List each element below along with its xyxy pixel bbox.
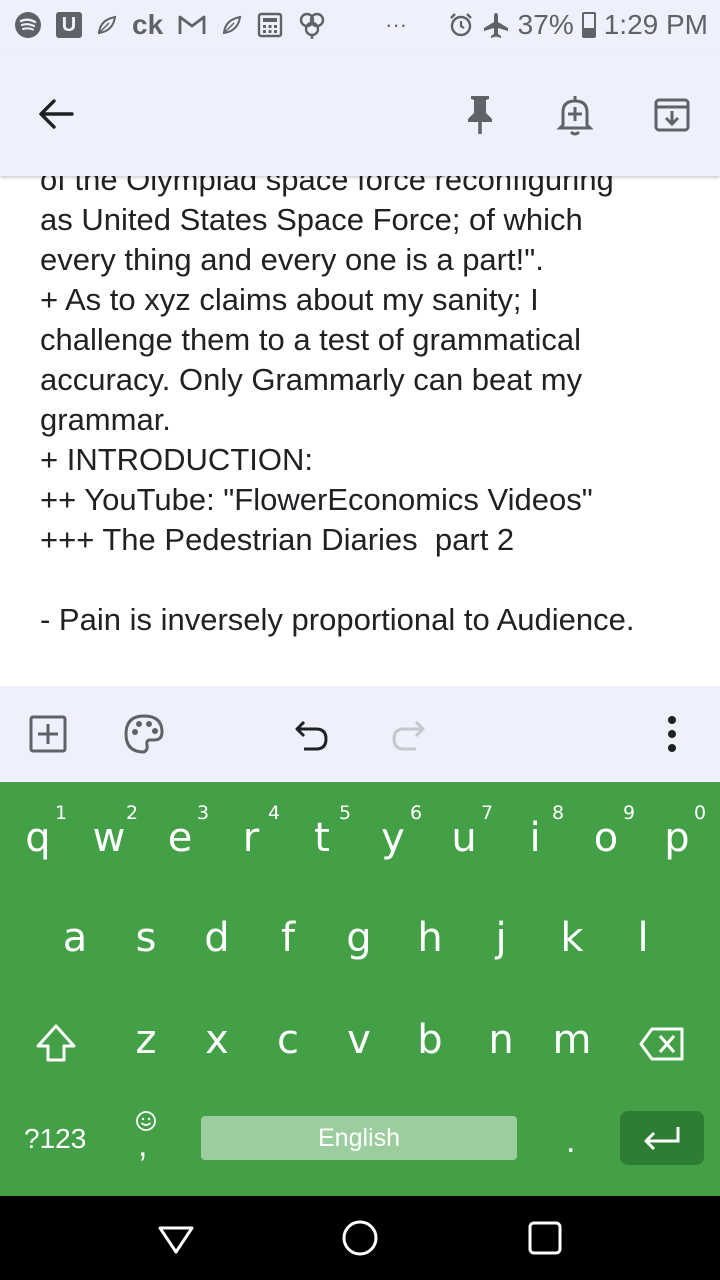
system-nav-bar [0,1196,720,1280]
pinwheel-icon [299,12,325,39]
key-a[interactable]: a [45,918,105,958]
key-t[interactable]: t [292,818,352,858]
undo-button[interactable] [286,708,338,760]
note-text-line: + INTRODUCTION: [40,442,313,477]
note-text-line: challenge them to a test of grammatical [40,322,582,357]
nav-back-icon [158,1226,194,1254]
note-body[interactable]: of the Olympiad space force reconfigurin… [0,160,720,686]
leaf-icon [97,15,117,35]
gmail-icon [178,15,206,34]
redo-icon [392,720,425,751]
nav-home-icon [342,1220,378,1256]
key-v[interactable]: v [329,1020,389,1060]
archive-icon [654,98,690,132]
pin-button[interactable] [452,86,508,142]
key-y[interactable]: y [363,818,423,858]
key-o[interactable]: o [576,818,636,858]
nav-back-button[interactable] [154,1216,198,1260]
enter-key[interactable] [620,1111,704,1165]
key-i[interactable]: i [505,818,565,858]
reminder-button[interactable] [547,86,603,142]
key-p[interactable]: p [647,818,707,858]
add-box-icon [29,715,67,753]
editor-action-bar [0,686,720,782]
key-f[interactable]: f [258,918,318,958]
note-text-line: + As to xyz claims about my sanity; I [40,282,539,317]
period-key[interactable]: . [566,1122,575,1161]
note-toolbar [0,50,720,176]
key-u[interactable]: u [434,818,494,858]
shift-key[interactable] [34,1022,78,1066]
add-content-button[interactable] [22,708,74,760]
airplane-icon [483,13,508,38]
palette-icon [124,714,164,754]
key-r[interactable]: r [221,818,281,858]
symbols-key[interactable]: ?123 [24,1123,86,1155]
add-reminder-icon [556,96,594,136]
pin-icon [468,96,492,134]
nav-recents-icon [528,1221,562,1255]
note-text-line: grammar. [40,402,171,437]
shift-icon [36,1024,76,1062]
soft-keyboard: ?123 , English . 1q2w3e4r5t6y7u8i9o0pasd… [0,782,720,1196]
note-text-line: ++ YouTube: "FlowerEconomics Videos" [40,482,593,517]
more-options-button[interactable] [646,708,698,760]
backspace-icon [639,1027,684,1061]
calculator-icon [257,12,283,38]
key-w[interactable]: w [79,818,139,858]
ck-icon: ck [132,9,164,40]
key-c[interactable]: c [258,1020,318,1060]
note-text-line: every thing and every one is a part!". [40,242,544,277]
key-e[interactable]: e [150,818,210,858]
key-b[interactable]: b [400,1020,460,1060]
alarm-icon [449,13,472,37]
key-h[interactable]: h [400,918,460,958]
spotify-icon [15,12,41,38]
comma-label: , [138,1126,148,1164]
nav-recents-button[interactable] [523,1216,567,1260]
note-text-line: accuracy. Only Grammarly can beat my [40,362,583,397]
key-x[interactable]: x [187,1020,247,1060]
key-j[interactable]: j [471,918,531,958]
comma-key[interactable]: , [130,1110,162,1166]
note-text-line: +++ The Pedestrian Diaries part 2 [40,522,515,557]
color-button[interactable] [118,708,170,760]
space-key[interactable]: English [201,1116,517,1160]
undo-icon [295,720,328,751]
key-k[interactable]: k [542,918,602,958]
leaf-icon [223,15,242,35]
key-d[interactable]: d [187,918,247,958]
key-q[interactable]: q [8,818,68,858]
clock-time: 1:29 PM [603,9,708,40]
key-z[interactable]: z [116,1020,176,1060]
key-g[interactable]: g [329,918,389,958]
backspace-key[interactable] [638,1024,686,1064]
note-text-line: as United States Space Force; of which [40,202,583,237]
battery-icon [581,12,596,38]
battery-percent: 37% [517,9,574,40]
u-app-icon: U [56,12,82,38]
more-notifications-icon: ··· [385,12,408,37]
note-text-line: - Pain is inversely proportional to Audi… [40,602,635,637]
key-l[interactable]: l [613,918,673,958]
back-button[interactable] [28,86,84,142]
archive-button[interactable] [644,86,700,142]
more-vert-icon [668,716,676,752]
nav-home-button[interactable] [338,1216,382,1260]
key-s[interactable]: s [116,918,176,958]
key-n[interactable]: n [471,1020,531,1060]
back-arrow-icon [39,99,74,129]
status-bar: U ck ··· 37% 1:29 PM [0,0,720,50]
redo-button[interactable] [382,708,434,760]
key-m[interactable]: m [542,1020,602,1060]
enter-icon [644,1127,680,1151]
